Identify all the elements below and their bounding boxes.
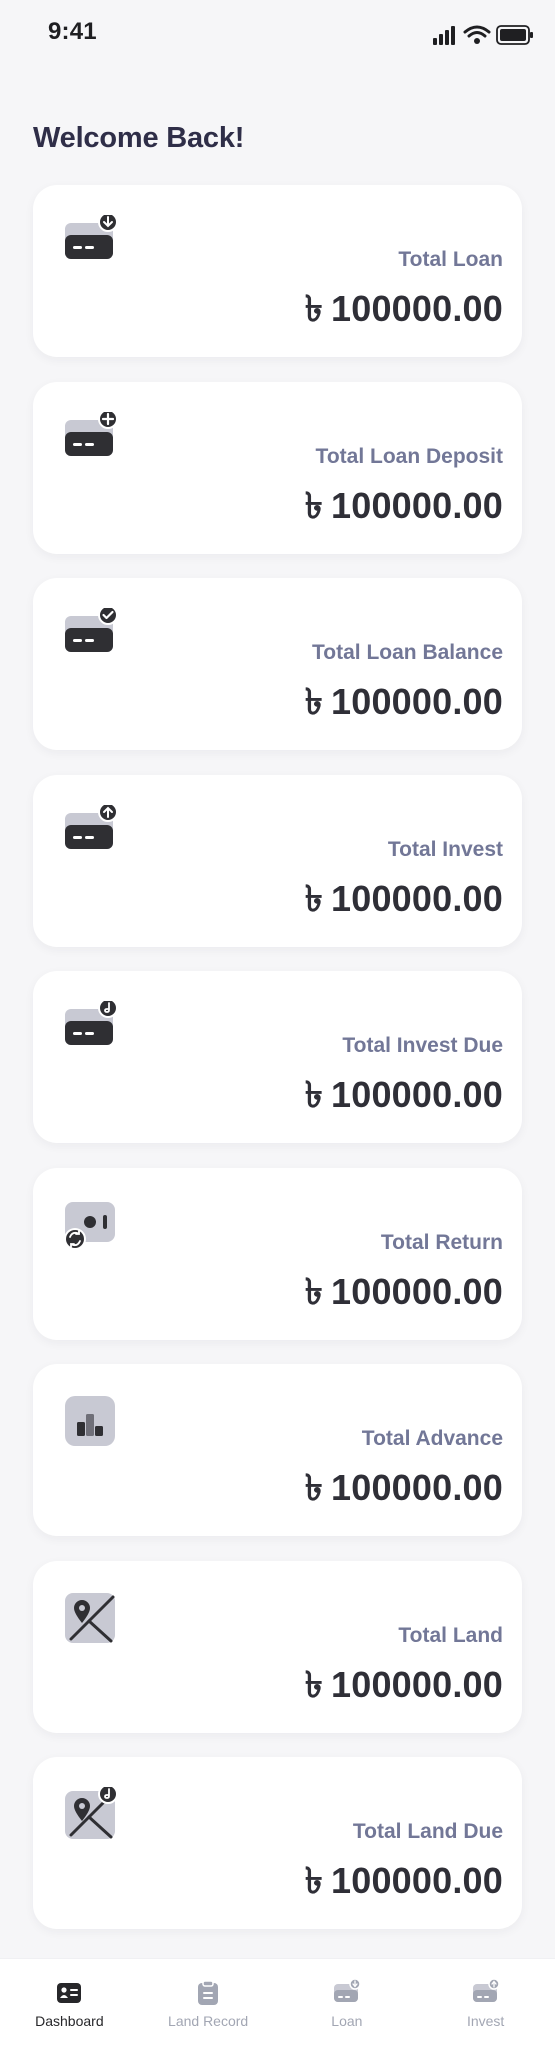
status-time: 9:41	[48, 18, 97, 45]
card-label: Total Invest	[387, 837, 503, 861]
signal-icon	[433, 26, 455, 45]
card-label: Total Loan Deposit	[315, 444, 503, 468]
card-total-loan-deposit[interactable]: Total Loan Deposit ৳ 100000.00	[33, 381, 522, 554]
amount: 100000.00	[331, 681, 503, 722]
bottom-nav: Dashboard Land Record Loan Invest	[0, 1958, 555, 2048]
card-value: ৳ 100000.00	[305, 1861, 503, 1901]
nav-label: Dashboard	[35, 2013, 104, 2029]
currency-symbol: ৳	[304, 484, 324, 526]
nav-item-loan[interactable]: Loan	[278, 1959, 417, 2048]
amount: 100000.00	[331, 288, 503, 329]
card-total-advance[interactable]: Total Advance ৳ 100000.00	[33, 1364, 522, 1536]
currency-symbol: ৳	[304, 1663, 324, 1705]
nav-label: Loan	[331, 2013, 363, 2029]
card-label: Total Loan Balance	[312, 641, 503, 664]
card-total-loan-balance[interactable]: Total Loan Balance ৳ 100000.00	[33, 578, 522, 750]
dashboard-icon	[57, 1983, 82, 2003]
currency-symbol: ৳	[304, 1074, 324, 1115]
nav-item-dashboard[interactable]: Dashboard	[0, 1959, 139, 2048]
card-label: Total Land Due	[352, 1820, 503, 1843]
card-value: ৳ 100000.00	[305, 1468, 503, 1508]
card-label: Total Invest Due	[342, 1034, 503, 1057]
card-label: Total Advance	[361, 1427, 503, 1450]
card-download-icon	[65, 215, 118, 259]
amount: 100000.00	[331, 484, 503, 526]
card-label: Total Land	[398, 1623, 503, 1647]
amount: 100000.00	[331, 1860, 503, 1901]
amount: 100000.00	[331, 1074, 503, 1115]
card-value: ৳ 100000.00	[305, 682, 503, 722]
page-title: Welcome Back!	[33, 122, 245, 155]
card-value: ৳ 100000.00	[305, 1075, 503, 1115]
advance-chart-icon	[65, 1396, 115, 1446]
currency-symbol: ৳	[304, 877, 324, 919]
currency-symbol: ৳	[304, 1270, 324, 1312]
currency-symbol: ৳	[304, 681, 324, 722]
amount: 100000.00	[331, 1467, 503, 1508]
amount: 100000.00	[331, 1270, 503, 1312]
card-due-icon	[65, 1001, 118, 1045]
card-value: ৳ 100000.00	[304, 877, 503, 919]
amount: 100000.00	[331, 1663, 503, 1705]
dashboard-screen: 9:41 Welcome Back! Total Loan ৳ 100000.0…	[0, 0, 555, 2048]
currency-symbol: ৳	[304, 288, 324, 329]
card-label: Total Loan	[398, 248, 503, 271]
invest-card-icon	[472, 1979, 500, 2002]
card-upload-icon	[65, 804, 118, 849]
card-label: Total Return	[380, 1230, 503, 1254]
card-value: ৳ 100000.00	[304, 484, 503, 526]
card-total-land-due[interactable]: Total Land Due ৳ 100000.00	[33, 1757, 522, 1929]
card-add-icon	[65, 411, 118, 456]
nav-item-land-record[interactable]: Land Record	[139, 1959, 278, 2048]
nav-item-invest[interactable]: Invest	[416, 1959, 555, 2048]
currency-symbol: ৳	[304, 1467, 324, 1508]
currency-symbol: ৳	[304, 1860, 324, 1901]
land-due-icon	[65, 1787, 118, 1839]
card-total-loan[interactable]: Total Loan ৳ 100000.00	[33, 185, 522, 357]
amount: 100000.00	[331, 877, 503, 919]
card-check-icon	[65, 608, 118, 652]
card-value: ৳ 100000.00	[305, 289, 503, 329]
card-total-land[interactable]: Total Land ৳ 100000.00	[33, 1560, 522, 1733]
status-bar: 9:41	[0, 0, 555, 68]
status-icons	[433, 25, 533, 45]
battery-icon	[496, 25, 533, 45]
card-value: ৳ 100000.00	[304, 1663, 503, 1705]
card-total-invest[interactable]: Total Invest ৳ 100000.00	[33, 774, 522, 947]
card-value: ৳ 100000.00	[304, 1270, 503, 1312]
return-icon	[64, 1201, 115, 1250]
loan-card-icon	[333, 1979, 361, 2002]
nav-label: Land Record	[168, 2013, 249, 2029]
clipboard-icon	[198, 1980, 219, 2005]
card-total-invest-due[interactable]: Total Invest Due ৳ 100000.00	[33, 971, 522, 1143]
nav-label: Invest	[466, 2013, 505, 2029]
card-total-return[interactable]: Total Return ৳ 100000.00	[33, 1167, 522, 1340]
land-map-icon	[65, 1592, 115, 1643]
summary-card-list: Total Loan ৳ 100000.00 Total Loan Deposit…	[33, 185, 522, 1954]
wifi-icon	[463, 25, 491, 44]
